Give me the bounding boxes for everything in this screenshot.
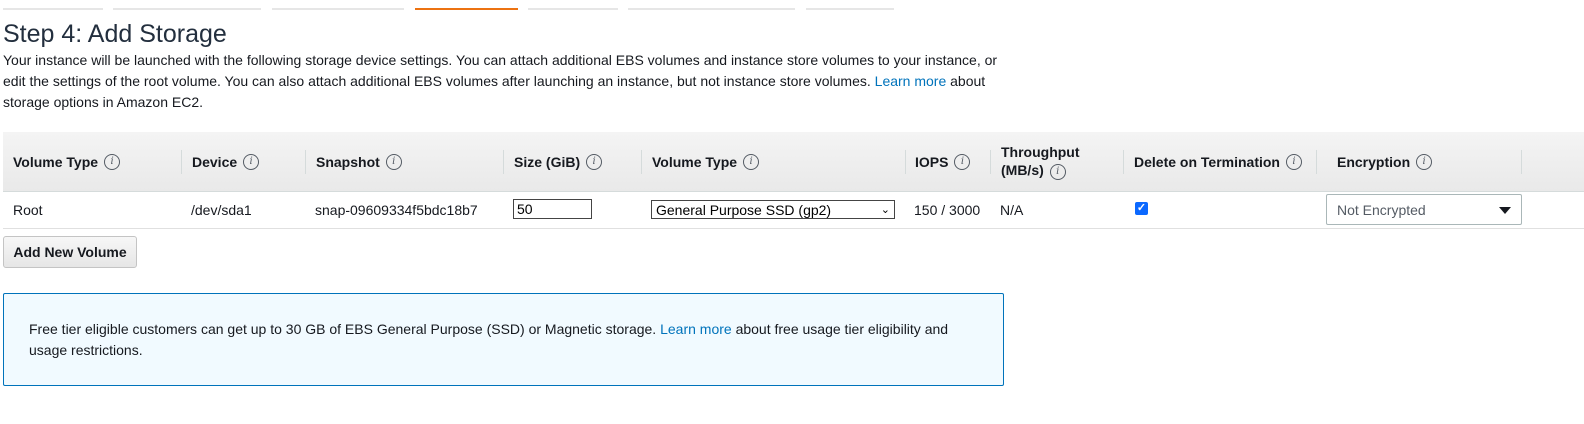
delete-on-termination-checkbox[interactable]: ✓: [1135, 202, 1148, 215]
free-tier-info-alert: Free tier eligible customers can get up …: [3, 293, 1004, 386]
wizard-step-tab[interactable]: [3, 0, 103, 10]
column-divider: [990, 150, 991, 174]
volume-type-selected: General Purpose SSD (gp2): [656, 201, 832, 218]
header-size: Size (GiB) i: [514, 132, 603, 191]
cell-throughput: N/A: [1000, 202, 1024, 218]
header-encryption: Encryption i: [1337, 132, 1433, 191]
wizard-step-tab[interactable]: [628, 0, 795, 10]
header-delete-on-termination: Delete on Termination i: [1134, 132, 1302, 191]
header-label-line: (MB/s): [1001, 162, 1044, 179]
add-new-volume-button[interactable]: Add New Volume: [3, 236, 137, 268]
column-divider: [1316, 150, 1317, 174]
column-divider: [905, 150, 906, 174]
info-icon[interactable]: i: [385, 153, 402, 170]
alert-text-start: Free tier eligible customers can get up …: [29, 321, 657, 337]
learn-more-link[interactable]: Learn more: [875, 73, 947, 89]
column-divider: [1123, 150, 1124, 174]
page-description: Your instance will be launched with the …: [3, 50, 1013, 113]
alert-text: Free tier eligible customers can get up …: [29, 319, 969, 361]
header-label: Volume Type: [652, 153, 738, 170]
info-icon[interactable]: i: [243, 153, 260, 170]
info-icon[interactable]: i: [743, 153, 760, 170]
wizard-step-tab[interactable]: [272, 0, 404, 10]
wizard-step-tab[interactable]: [113, 0, 261, 10]
chevron-down-icon: ⌄: [880, 204, 890, 216]
volume-type-select[interactable]: General Purpose SSD (gp2) ⌄: [651, 200, 895, 219]
info-icon[interactable]: i: [586, 153, 603, 170]
storage-table: Volume Type i Device i Snapshot i Size (…: [3, 132, 1584, 229]
info-icon[interactable]: i: [1049, 163, 1066, 180]
header-label: Device: [192, 153, 238, 170]
header-throughput: Throughput (MB/s) i: [1001, 132, 1080, 191]
size-input[interactable]: [513, 199, 592, 219]
cell-snapshot: snap-09609334f5bdc18b7: [315, 202, 478, 218]
encryption-select[interactable]: Not Encrypted: [1326, 194, 1522, 225]
header-iops: IOPS i: [915, 132, 971, 191]
header-label: IOPS: [915, 153, 949, 170]
cell-iops: 150 / 3000: [914, 202, 981, 218]
column-divider: [305, 150, 306, 174]
cell-volume-type: Root: [13, 202, 43, 218]
description-text: Your instance will be launched with the …: [3, 52, 998, 89]
header-label: Snapshot: [316, 153, 380, 170]
encryption-selected: Not Encrypted: [1337, 201, 1426, 218]
table-header: Volume Type i Device i Snapshot i Size (…: [3, 132, 1584, 192]
header-snapshot: Snapshot i: [316, 132, 402, 191]
header-label: Throughput (MB/s) i: [1001, 143, 1080, 180]
wizard-step-tab[interactable]: [806, 0, 894, 10]
info-icon[interactable]: i: [104, 153, 121, 170]
header-label-line: Throughput: [1001, 144, 1080, 161]
cell-device: /dev/sda1: [191, 202, 252, 218]
column-divider: [641, 150, 642, 174]
wizard-step-tab[interactable]: [528, 0, 618, 10]
header-volume-type-select: Volume Type i: [652, 132, 760, 191]
header-device: Device i: [192, 132, 260, 191]
header-label: Encryption: [1337, 153, 1411, 170]
caret-down-icon: [1499, 207, 1511, 214]
header-label: Delete on Termination: [1134, 153, 1280, 170]
column-divider: [503, 150, 504, 174]
alert-learn-more-link[interactable]: Learn more: [660, 321, 732, 337]
info-icon[interactable]: i: [1416, 153, 1433, 170]
info-icon[interactable]: i: [1285, 153, 1302, 170]
header-volume-type: Volume Type i: [13, 132, 121, 191]
column-divider: [1521, 150, 1522, 174]
header-label: Size (GiB): [514, 153, 581, 170]
wizard-step-tab-active[interactable]: [415, 0, 518, 10]
header-label: Volume Type: [13, 153, 99, 170]
column-divider: [181, 150, 182, 174]
info-icon[interactable]: i: [954, 153, 971, 170]
page-title: Step 4: Add Storage: [3, 20, 227, 48]
wizard-steps: [0, 0, 1584, 10]
